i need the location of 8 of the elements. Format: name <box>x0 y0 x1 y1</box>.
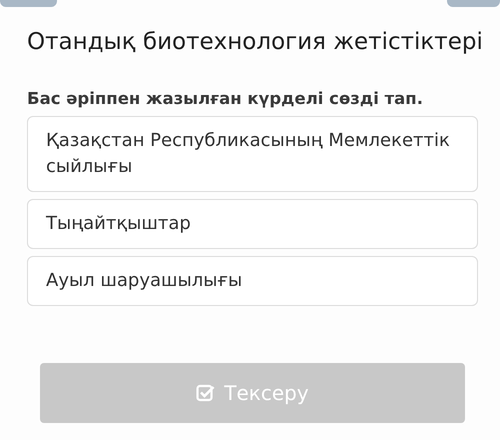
checkbox-icon <box>196 384 216 402</box>
cut-off-button[interactable] <box>0 0 57 7</box>
answer-option[interactable]: Қазақстан Республикасының Мемлекеттік сыйлығы <box>27 116 478 192</box>
quiz-title: Отандық биотехнология жетістіктері <box>27 29 484 55</box>
cut-off-button[interactable] <box>447 0 500 7</box>
question-text: Бас әріппен жазылған күрделі сөзді тап. <box>27 89 424 108</box>
answer-option[interactable]: Тыңайтқыштар <box>27 199 478 249</box>
answer-option[interactable]: Ауыл шаруашылығы <box>27 256 478 306</box>
